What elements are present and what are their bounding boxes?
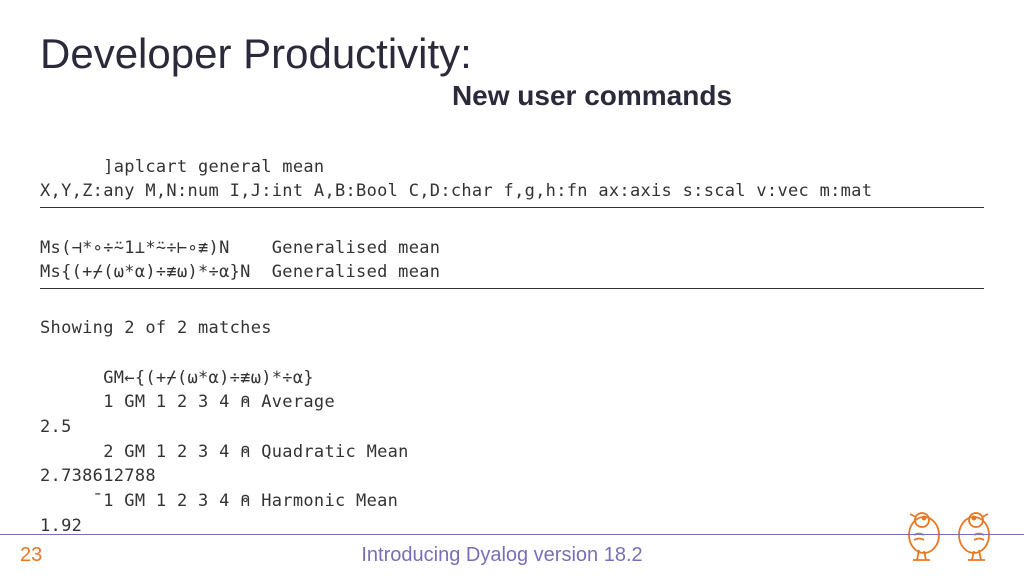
footer-title: Introducing Dyalog version 18.2 (0, 544, 1004, 567)
separator-line (40, 288, 984, 289)
code-line: 2.738612788 (40, 466, 156, 486)
slide-footer: 23 Introducing Dyalog version 18.2 (0, 534, 1024, 576)
code-line: ¯1 GM 1 2 3 4 ⍝ Harmonic Mean (40, 491, 398, 511)
code-line: 1 GM 1 2 3 4 ⍝ Average (40, 392, 335, 412)
code-block: ]aplcart general mean X,Y,Z:any M,N:num … (40, 130, 984, 538)
code-line: Showing 2 of 2 matches (40, 318, 272, 338)
code-line: GM←{(+⌿(⍵*⍺)÷≢⍵)*÷⍺} (40, 368, 314, 388)
separator-line (40, 207, 984, 208)
slide-title: Developer Productivity: (40, 30, 984, 78)
code-line: Ms{(+⌿(⍵*⍺)÷≢⍵)*÷⍺}N Generalised mean (40, 262, 440, 282)
code-line: 2 GM 1 2 3 4 ⍝ Quadratic Mean (40, 442, 409, 462)
slide-subtitle: New user commands (200, 80, 984, 112)
code-line: Ms(⊣*∘÷⍨1⊥*⍨÷⊢∘≢)N Generalised mean (40, 238, 440, 258)
code-line: ]aplcart general mean (40, 157, 324, 177)
code-line: 2.5 (40, 417, 72, 437)
code-line: X,Y,Z:any M,N:num I,J:int A,B:Bool C,D:c… (40, 181, 872, 201)
code-line: 1.92 (40, 516, 82, 536)
